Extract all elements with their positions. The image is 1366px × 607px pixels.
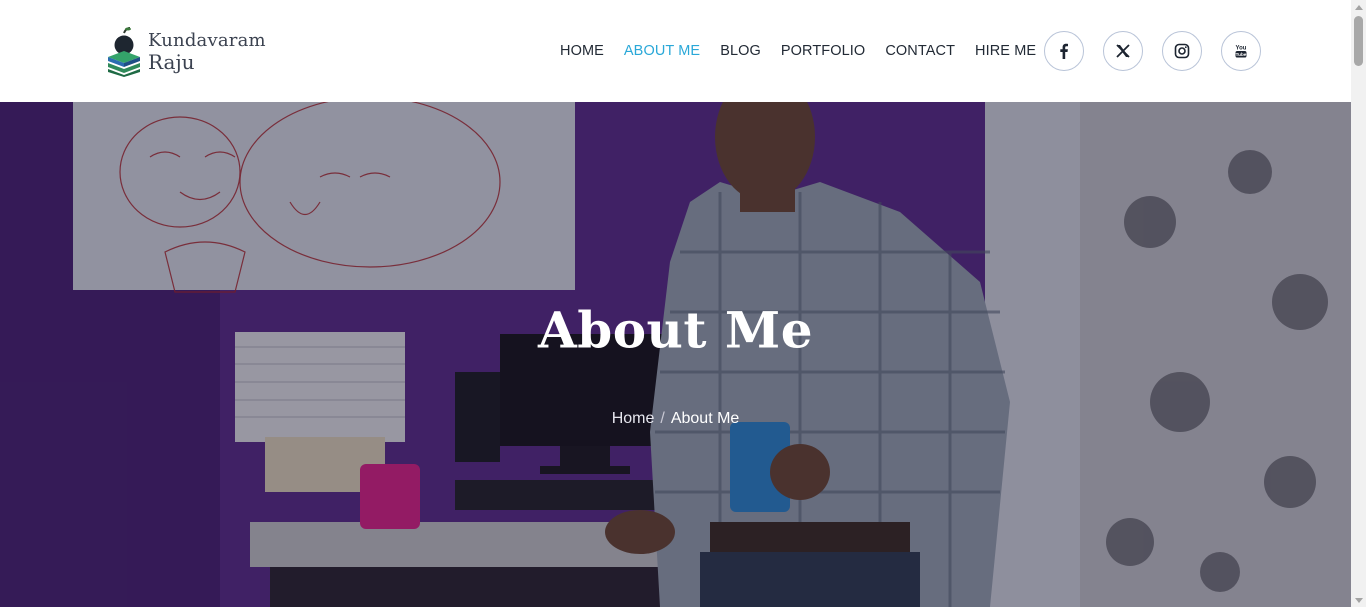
logo-text-first: Kundavaram [148, 30, 266, 51]
youtube-link[interactable]: You Tube [1221, 31, 1261, 71]
social-links: You Tube [1044, 31, 1280, 71]
scroll-up-arrow-icon[interactable] [1351, 0, 1366, 14]
svg-text:Tube: Tube [1236, 52, 1247, 57]
x-link[interactable] [1103, 31, 1143, 71]
nav-item-hire-me[interactable]: HIRE ME [975, 43, 1036, 59]
youtube-icon: You Tube [1235, 46, 1247, 58]
instagram-link[interactable] [1162, 31, 1202, 71]
breadcrumb-separator: / [660, 410, 665, 427]
facebook-icon [1060, 43, 1068, 59]
nav-item-portfolio[interactable]: PORTFOLIO [781, 43, 865, 59]
breadcrumb-current: About Me [670, 410, 740, 427]
nav-item-blog[interactable]: BLOG [720, 43, 761, 59]
site-header: Kundavaram Raju HOME ABOUT ME BLOG PORTF… [0, 0, 1351, 102]
scrollbar-thumb[interactable] [1354, 16, 1363, 66]
nav-item-home[interactable]: HOME [560, 43, 604, 59]
page-hero-banner: About Me Home / About Me [0, 102, 1351, 607]
nav-item-about-me[interactable]: ABOUT ME [624, 43, 700, 59]
nav-item-contact[interactable]: CONTACT [885, 43, 955, 59]
instagram-icon [1174, 43, 1190, 59]
x-icon [1116, 44, 1130, 58]
breadcrumb: Home / About Me [0, 410, 1351, 428]
page-title: About Me [537, 300, 814, 360]
page-scrollbar[interactable] [1351, 0, 1366, 607]
svg-text:You: You [1236, 46, 1247, 52]
logo-books-apple-icon [108, 27, 140, 77]
main-navigation: HOME ABOUT ME BLOG PORTFOLIO CONTACT HIR… [560, 38, 1056, 64]
logo-text-second: Raju [148, 50, 195, 74]
facebook-link[interactable] [1044, 31, 1084, 71]
breadcrumb-home-link[interactable]: Home [612, 410, 655, 427]
scroll-down-arrow-icon[interactable] [1351, 593, 1366, 607]
site-logo[interactable]: Kundavaram Raju [104, 26, 274, 78]
